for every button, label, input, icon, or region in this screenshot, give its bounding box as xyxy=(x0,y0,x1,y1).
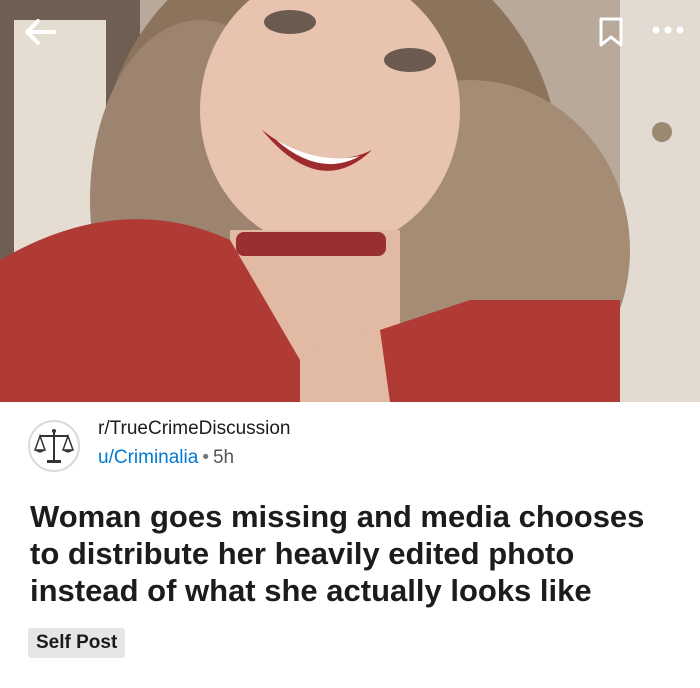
more-options-button[interactable] xyxy=(648,14,688,46)
bookmark-icon xyxy=(599,17,623,47)
back-button[interactable] xyxy=(20,12,60,52)
more-horizontal-icon xyxy=(652,26,684,34)
post-photo-illustration xyxy=(0,0,700,402)
post-byline: u/Criminalia • 5h xyxy=(98,447,234,469)
save-post-button[interactable] xyxy=(596,16,626,48)
arrow-left-icon xyxy=(25,19,56,45)
subreddit-avatar[interactable] xyxy=(28,420,80,472)
post-title[interactable]: Woman goes missing and media chooses to … xyxy=(30,498,680,609)
byline-separator: • xyxy=(202,447,209,468)
author-link[interactable]: u/Criminalia xyxy=(98,447,198,468)
scales-of-justice-icon xyxy=(33,429,75,463)
post-age: 5h xyxy=(212,447,235,468)
post-details: r/TrueCrimeDiscussion u/Criminalia • 5h Wo… xyxy=(0,402,700,688)
post-flair[interactable]: Self Post xyxy=(28,628,126,658)
subreddit-link[interactable]: r/TrueCrimeDiscussion xyxy=(98,418,291,440)
post-image[interactable] xyxy=(0,0,700,402)
